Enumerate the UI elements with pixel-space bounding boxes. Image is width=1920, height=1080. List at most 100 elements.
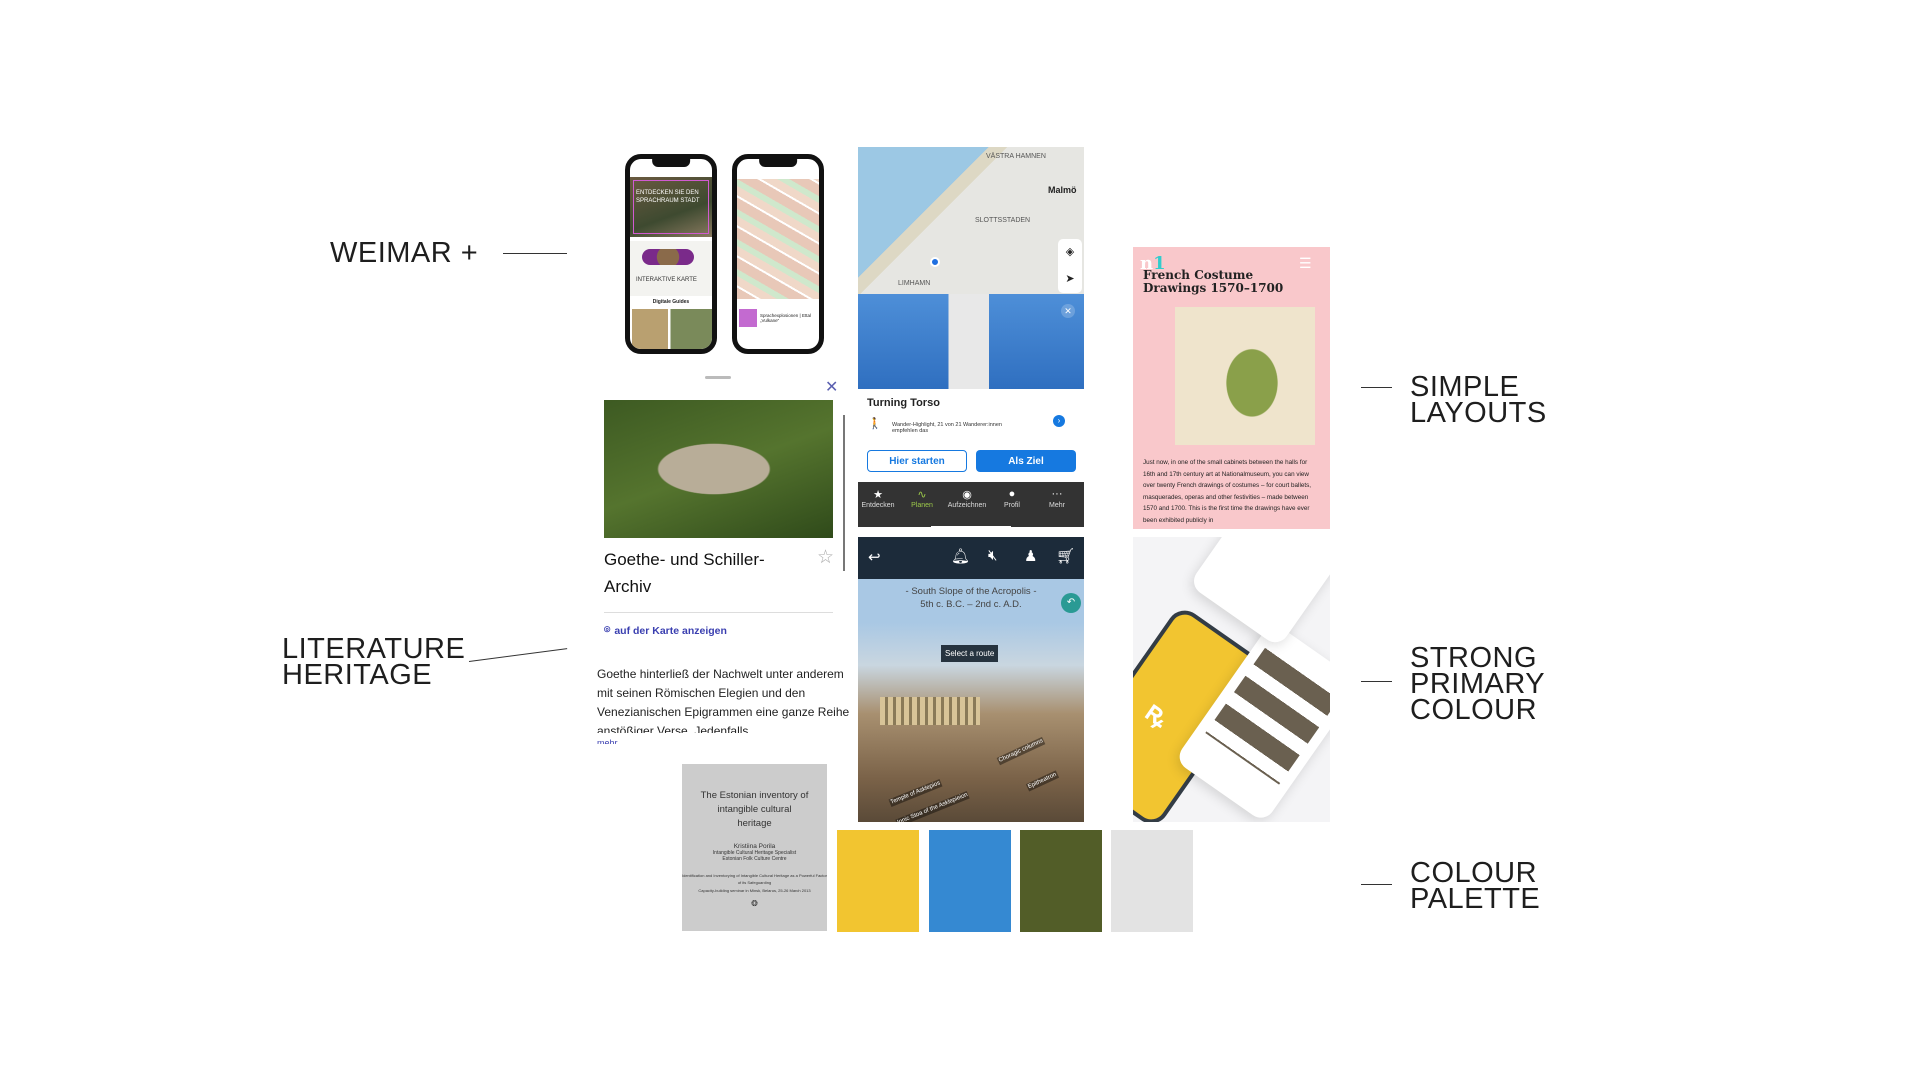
hamburger-menu-icon[interactable]: ☰ [1299,255,1312,272]
layers-icon[interactable]: ◈ [1058,239,1082,266]
city-map [737,179,819,299]
slide-title: The Estonian inventory of intangible cul… [700,790,809,829]
archive-photo [604,400,833,538]
guide-toolbar: ↩ 🔔︎ 🔇︎ ♟ 🛒︎ [858,537,1084,579]
nationalmuseum-screen: n1 ☰ French Costume Drawings 1570–1700 J… [1133,247,1330,529]
star-icon: ★ [873,489,883,501]
hero-image: ENTDECKEN SIE DEN SPRACHRAUM STADT [630,177,712,237]
connector-line [468,648,568,662]
unesco-logo: ❂ [751,899,758,908]
nav-profil[interactable]: ● Profil [988,488,1036,509]
slide-event: Capacity-building seminar in Minsk, Bela… [698,888,811,893]
guides-label: Digitale Guides [652,299,690,305]
nav-label: Mehr [1049,502,1065,509]
nav-label: Entdecken [861,502,895,509]
poi-details-chevron-icon[interactable]: › [1053,415,1065,427]
site-period: 5th c. B.C. – 2nd c. A.D. [920,599,1022,610]
mute-icon[interactable]: 🔇︎ [988,547,997,564]
record-icon: ◉ [962,489,972,501]
connector-line [1361,387,1392,388]
monument-tag[interactable]: Choragic columns [996,736,1046,766]
monument-tag[interactable]: Epitheatron [1025,770,1059,792]
home-indicator [931,526,1011,527]
select-route-button[interactable]: Select a route [941,645,999,662]
site-title: - South Slope of the Acropolis - 5th c. B… [858,585,1084,611]
label-colour-palette: COLOUR PALETTE [1410,857,1541,915]
map-teaser: INTERAKTIVE KARTE [630,241,712,296]
swatch-yellow [837,830,919,932]
start-here-button[interactable]: Hier starten [867,450,967,472]
popup-text: Sprachexplosionen | Ettal „Vulkane“ [760,313,811,323]
exhibition-title: French Costume Drawings 1570–1700 [1143,268,1284,295]
close-photo-icon[interactable]: ✕ [1061,304,1075,318]
favorite-star-icon[interactable]: ☆ [817,546,834,569]
swatch-olive [1020,830,1102,932]
goethe-archive-card: ✕ Goethe- und Schiller-Archiv ☆ ⌾ auf der… [592,366,862,756]
more-link[interactable]: mehr [597,738,618,744]
nav-aufzeichnen[interactable]: ◉ Aufzeichnen [943,488,991,509]
show-on-map-label: auf der Karte anzeigen [614,624,727,637]
nav-planen[interactable]: ∿ Planen [898,488,946,509]
map-teaser-label: INTERAKTIVE KARTE [636,277,697,283]
bottom-nav: ★ Entdecken ∿ Planen ◉ Aufzeichnen ● Profil … [858,482,1084,527]
estonian-heritage-slide: The Estonian inventory of intangible cul… [682,764,827,931]
navigate-icon[interactable]: ➤ [1058,266,1082,293]
map-controls[interactable]: ◈ ➤ [1058,239,1082,293]
location-pin-icon: ⌾ [604,624,611,636]
acropolis-guide-screen: ↩ 🔔︎ 🔇︎ ♟ 🛒︎ - South Slope of the Acropo… [858,537,1084,822]
label-weimar: WEIMAR + [330,237,479,269]
costume-drawing [1175,307,1315,445]
nav-entdecken[interactable]: ★ Entdecken [858,488,902,509]
connector-line [1361,681,1392,682]
cart-icon[interactable]: 🛒︎ [1056,547,1075,565]
guide-thumbnails [632,309,712,349]
drag-handle[interactable] [705,376,731,379]
exhibition-text: Just now, in one of the small cabinets b… [1143,459,1311,524]
poi-title: Turning Torso [867,397,940,409]
parthenon-ruins [880,697,980,725]
guide-person-icon[interactable]: ♟ [1024,547,1037,565]
weimar-phone-map: Sprachexplosionen | Ettal „Vulkane“ [732,154,824,354]
divider [604,612,833,613]
close-icon[interactable]: ✕ [825,377,838,397]
label-strong-primary-colour: STRONG PRIMARY COLOUR [1410,642,1545,726]
map-place-label: SLOTTSSTADEN [975,217,1031,224]
site-title-line: - South Slope of the Acropolis - [905,586,1037,597]
back-icon[interactable]: ↩ [868,548,881,566]
malmo-map: VÄSTRA HAMNEN Malmö SLOTTSSTADEN LIMHAMN… [858,147,1084,294]
scrollbar[interactable] [843,415,845,571]
swatch-light-grey [1111,830,1193,932]
slide-author: Kristiina Porila [733,843,776,850]
hiker-icon: 🚶 [868,418,882,430]
map-popup: Sprachexplosionen | Ettal „Vulkane“ [739,304,817,332]
show-on-map-link[interactable]: ⌾ auf der Karte anzeigen [604,624,727,637]
slide-org: Estonian Folk Culture Centre [722,856,787,862]
yellow-app-mockups: ꝶ [1133,537,1330,822]
current-location-marker [930,257,940,267]
place-title: Goethe- und Schiller-Archiv [604,550,765,596]
turning-torso-photo: ✕ [858,294,1084,389]
more-icon: ··· [1051,488,1063,500]
set-destination-button[interactable]: Als Ziel [976,450,1076,472]
nav-label: Planen [911,502,933,509]
route-icon: ∿ [917,489,927,501]
hiking-app-screen: VÄSTRA HAMNEN Malmö SLOTTSSTADEN LIMHAMN… [858,147,1084,527]
connector-line [1361,884,1392,885]
map-place-label: VÄSTRA HAMNEN [986,153,1046,160]
connector-line [503,253,567,254]
profile-icon: ● [1008,488,1016,500]
slide-talk: Identification and Inventorying of Intan… [682,873,827,885]
replay-button[interactable]: ↶ [1061,593,1081,613]
nav-label: Profil [1004,502,1020,509]
nav-label: Aufzeichnen [947,502,987,509]
hero-title: ENTDECKEN SIE DEN SPRACHRAUM STADT [636,190,700,204]
weimar-phone-home: ENTDECKEN SIE DEN SPRACHRAUM STADT INTER… [625,154,717,354]
map-place-label: LIMHAMN [898,280,931,287]
label-simple-layouts: SIMPLE LAYOUTS [1410,371,1547,429]
app-logo: ꝶ [1139,695,1175,733]
map-place-label: Malmö [1048,185,1077,195]
nav-mehr[interactable]: ··· Mehr [1033,488,1081,509]
bell-icon[interactable]: 🔔︎ [951,547,970,565]
poi-description: Wander-Highlight, 21 von 21 Wanderer:inn… [892,422,1002,434]
label-literature-heritage: LITERATURE HERITAGE [282,633,466,691]
